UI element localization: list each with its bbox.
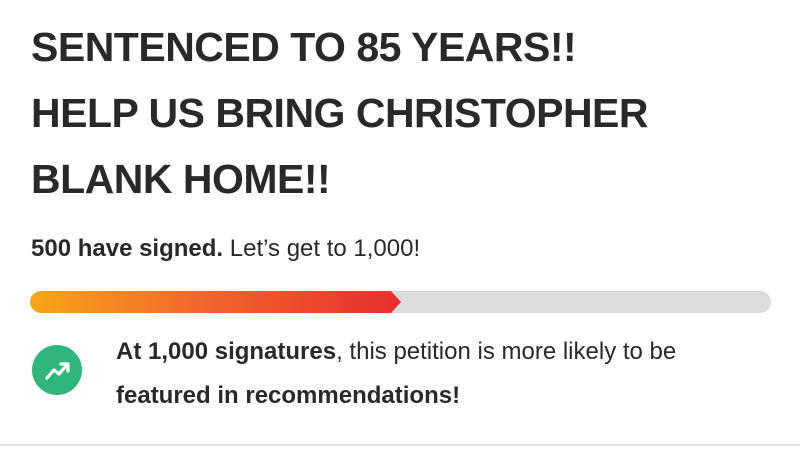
petition-title: SENTENCED TO 85 YEARS!! HELP US BRING CH… (31, 14, 771, 212)
trending-up-icon (32, 345, 82, 395)
signature-progress-fill (30, 291, 391, 313)
petition-card: SENTENCED TO 85 YEARS!! HELP US BRING CH… (0, 0, 800, 450)
signature-progress-bar (30, 291, 771, 313)
signed-count-text: 500 have signed. (31, 235, 224, 262)
goal-text: Let’s get to 1,000! (223, 235, 421, 262)
petition-title-line: BLANK HOME!! (31, 156, 331, 202)
section-divider (0, 444, 800, 446)
signature-count: 500 have signed. Let’s get to 1,000! (31, 232, 420, 266)
milestone-middle: , this petition is more likely to be (336, 338, 677, 365)
progress-arrow-tip (391, 291, 401, 313)
petition-title-line: SENTENCED TO 85 YEARS!! (31, 24, 577, 70)
milestone-message: At 1,000 signatures, this petition is mo… (116, 330, 776, 418)
milestone-bold-lead: At 1,000 signatures (116, 338, 337, 365)
milestone-bold-tail: featured in recommendations! (116, 382, 461, 409)
petition-title-line: HELP US BRING CHRISTOPHER (31, 90, 649, 136)
